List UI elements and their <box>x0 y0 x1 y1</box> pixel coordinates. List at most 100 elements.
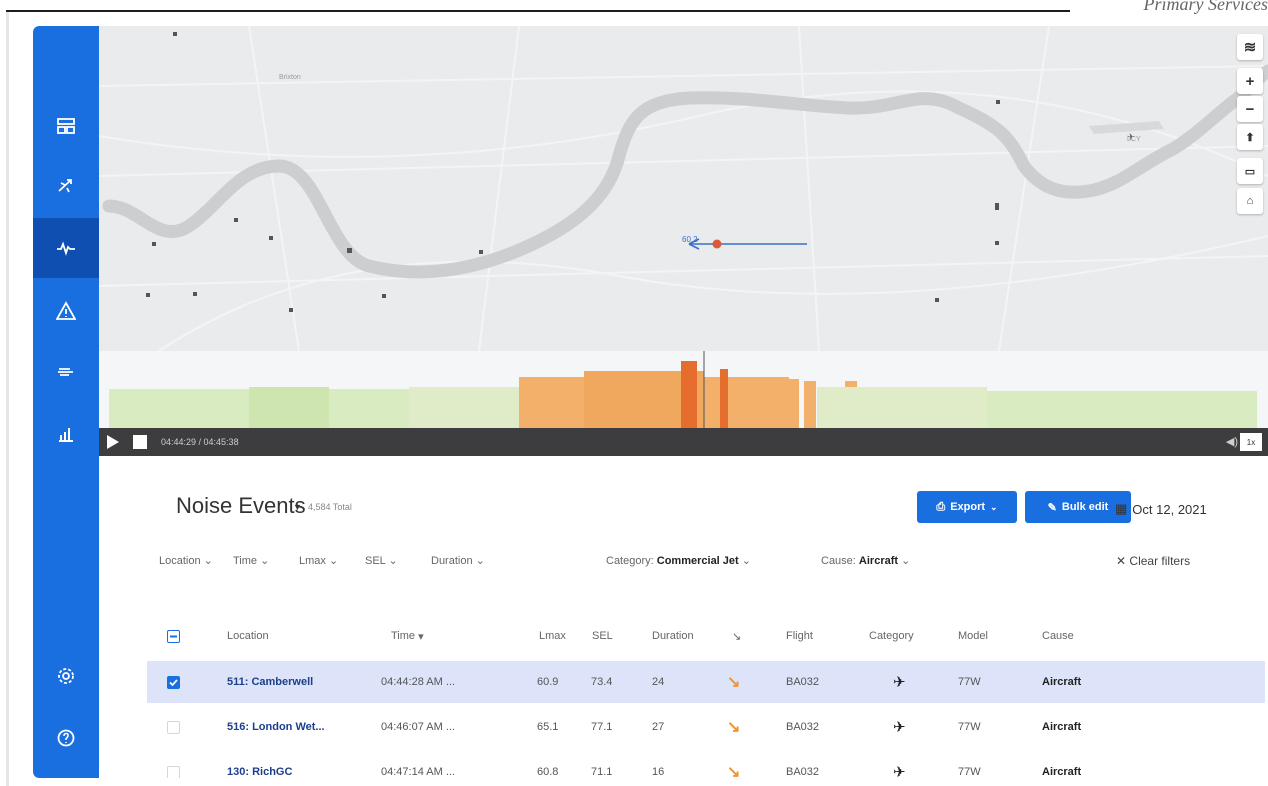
sidebar-item-reports[interactable] <box>33 404 99 464</box>
zoom-out-button[interactable]: − <box>1237 96 1263 122</box>
col-time[interactable]: Time ▾ <box>391 618 424 654</box>
trend-down-arrow-icon: ↘ <box>727 674 741 691</box>
row-location[interactable]: 130: RichGC <box>227 751 292 778</box>
sidebar-item-noise[interactable] <box>33 218 99 278</box>
play-button[interactable] <box>107 434 121 450</box>
play-icon <box>107 435 119 449</box>
row-location[interactable]: 516: London Wet... <box>227 706 325 748</box>
north-arrow-icon: ⬆ <box>1245 131 1255 144</box>
row-lmax: 60.8 <box>537 766 559 778</box>
bulk-edit-label: Bulk edit <box>1061 501 1109 513</box>
row-lmax: 60.9 <box>537 676 559 688</box>
north-arrow-button[interactable]: ⬆ <box>1237 124 1263 150</box>
row-model: 77W <box>958 766 981 778</box>
row-location[interactable]: 511: Camberwell <box>227 661 313 703</box>
airport-label: LCY <box>1127 136 1141 143</box>
row-time: 04:47:14 AM ... <box>381 766 455 778</box>
row-model: 77W <box>958 676 981 688</box>
title-dropdown-caret[interactable]: ▼ <box>293 502 302 512</box>
sidebar-item-alerts[interactable] <box>33 281 99 341</box>
dashboard-icon <box>57 118 75 134</box>
home-button[interactable]: ⌂ <box>1237 188 1263 214</box>
filter-cause[interactable]: Cause: Aircraft ⌄ <box>821 554 910 567</box>
playback-speed-select[interactable]: 1x <box>1240 433 1262 451</box>
row-time: 04:46:07 AM ... <box>381 721 455 733</box>
row-checkbox[interactable] <box>167 661 180 703</box>
plus-icon: + <box>1245 72 1255 90</box>
sidebar <box>33 26 99 778</box>
filter-location[interactable]: Location ⌄ <box>159 554 213 567</box>
map-base: ✈ <box>99 26 1268 351</box>
plane-icon: ✈ <box>893 719 906 736</box>
date-value: Oct 12, 2021 <box>1132 501 1207 517</box>
table-row[interactable]: 130: RichGC 04:47:14 AM ... 60.8 71.1 16… <box>147 751 1265 778</box>
weather-icon <box>58 368 73 376</box>
filter-time[interactable]: Time ⌄ <box>233 554 269 567</box>
fullscreen-icon: ▭ <box>1244 165 1256 178</box>
clear-filters-button[interactable]: ✕ Clear filters <box>1116 554 1190 568</box>
col-cause[interactable]: Cause <box>1042 618 1074 654</box>
filter-category[interactable]: Category: Commercial Jet ⌄ <box>606 554 751 567</box>
fullscreen-button[interactable]: ▭ <box>1237 158 1263 184</box>
sidebar-item-help[interactable] <box>33 708 99 768</box>
filter-duration[interactable]: Duration ⌄ <box>431 554 485 567</box>
row-cause: Aircraft <box>1042 676 1082 688</box>
row-cause: Aircraft <box>1042 721 1082 733</box>
sidebar-item-dashboard[interactable] <box>33 96 99 156</box>
noise-marker-value[interactable]: 60.2 <box>682 235 698 244</box>
col-location[interactable]: Location <box>227 618 269 654</box>
col-category[interactable]: Category <box>869 618 914 654</box>
noise-icon <box>57 241 75 256</box>
col-sel[interactable]: SEL <box>592 618 613 654</box>
home-icon: ⌂ <box>1246 195 1254 207</box>
table-row[interactable]: 516: London Wet... 04:46:07 AM ... 65.1 … <box>147 706 1265 748</box>
sidebar-item-settings[interactable] <box>33 646 99 706</box>
row-sel: 77.1 <box>591 721 613 733</box>
trend-down-arrow-icon: ↘ <box>727 764 741 778</box>
alerts-icon <box>56 301 76 320</box>
calendar-icon: ▦ <box>1115 501 1128 516</box>
date-picker[interactable]: ▦ Oct 12, 2021 <box>1115 501 1207 517</box>
playback-time: 04:44:29 / 04:45:38 <box>161 437 239 447</box>
col-flight[interactable]: Flight <box>786 618 813 654</box>
total-count: 4,584 Total <box>308 502 352 512</box>
export-icon: ⎙ <box>936 500 946 513</box>
flights-icon <box>58 179 72 193</box>
table-header: Location Time ▾ Lmax SEL Duration ↘ Flig… <box>147 618 1265 654</box>
col-duration[interactable]: Duration <box>652 618 694 654</box>
export-button[interactable]: ⎙ Export ⌄ <box>917 491 1017 523</box>
table-row[interactable]: 511: Camberwell 04:44:28 AM ... 60.9 73.… <box>147 661 1265 703</box>
reports-icon <box>59 428 73 442</box>
settings-icon <box>58 668 74 684</box>
map-place-label: Brixton <box>279 74 301 81</box>
noise-app: ✈ 60.2 LCY Brixton ≋ + − ⬆ ▭ ⌂ 04:44:29 … <box>33 26 1268 778</box>
row-flight: BA032 <box>786 721 820 733</box>
row-lmax: 65.1 <box>537 721 559 733</box>
help-icon <box>57 729 75 747</box>
frame-top-border <box>6 10 1070 12</box>
page-title: Noise Events <box>176 493 306 518</box>
col-lmax[interactable]: Lmax <box>539 618 566 654</box>
stop-button[interactable] <box>133 435 147 449</box>
sidebar-item-weather[interactable] <box>33 341 99 401</box>
filter-sel[interactable]: SEL ⌄ <box>365 554 398 567</box>
row-checkbox[interactable] <box>167 706 180 748</box>
plane-icon: ✈ <box>893 674 906 691</box>
plane-icon: ✈ <box>893 764 906 778</box>
minus-icon: − <box>1245 100 1255 118</box>
volume-icon[interactable]: ◀) <box>1226 435 1238 448</box>
pencil-icon: ✎ <box>1047 501 1057 514</box>
col-trend-icon[interactable]: ↘ <box>732 618 741 654</box>
select-all-checkbox[interactable] <box>167 618 180 654</box>
filter-lmax[interactable]: Lmax ⌄ <box>299 554 338 567</box>
row-duration: 16 <box>652 766 665 778</box>
chevron-down-icon: ⌄ <box>990 501 998 512</box>
close-icon: ✕ <box>1116 554 1127 568</box>
row-duration: 24 <box>652 676 665 688</box>
map-view[interactable]: ✈ 60.2 LCY Brixton ≋ + − ⬆ ▭ ⌂ <box>99 26 1268 351</box>
col-model[interactable]: Model <box>958 618 988 654</box>
row-checkbox[interactable] <box>167 751 180 778</box>
zoom-in-button[interactable]: + <box>1237 68 1263 94</box>
sidebar-item-flights[interactable] <box>33 156 99 216</box>
map-layers-button[interactable]: ≋ <box>1237 34 1263 60</box>
